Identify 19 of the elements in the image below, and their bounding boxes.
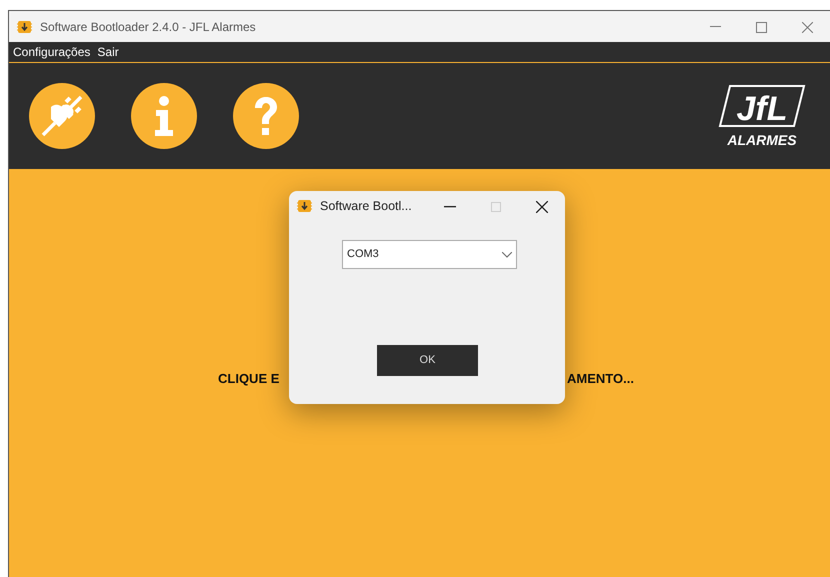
app-icon bbox=[17, 20, 32, 34]
help-icon bbox=[254, 96, 278, 136]
minimize-icon bbox=[710, 26, 720, 28]
close-icon bbox=[802, 22, 812, 33]
info-icon bbox=[154, 95, 174, 137]
maximize-icon bbox=[756, 22, 766, 33]
menu-item[interactable]: Configurações bbox=[12, 43, 92, 61]
status-text: AMENTO... bbox=[567, 370, 634, 388]
chevron-down-icon bbox=[502, 252, 512, 258]
maximize-icon bbox=[491, 202, 501, 212]
close-icon bbox=[536, 200, 548, 213]
dialog-title: Software Bootl... bbox=[320, 198, 412, 215]
window-title: Software Bootloader 2.4.0 - JFL Alarmes bbox=[40, 18, 256, 36]
status-text: CLIQUE E bbox=[218, 370, 280, 388]
menu-item[interactable]: Sair bbox=[96, 43, 120, 61]
ok-button[interactable]: OK bbox=[377, 345, 478, 376]
minimize-icon bbox=[444, 206, 456, 208]
port-dropdown[interactable]: COM3 bbox=[342, 240, 517, 269]
app-icon bbox=[297, 199, 312, 214]
